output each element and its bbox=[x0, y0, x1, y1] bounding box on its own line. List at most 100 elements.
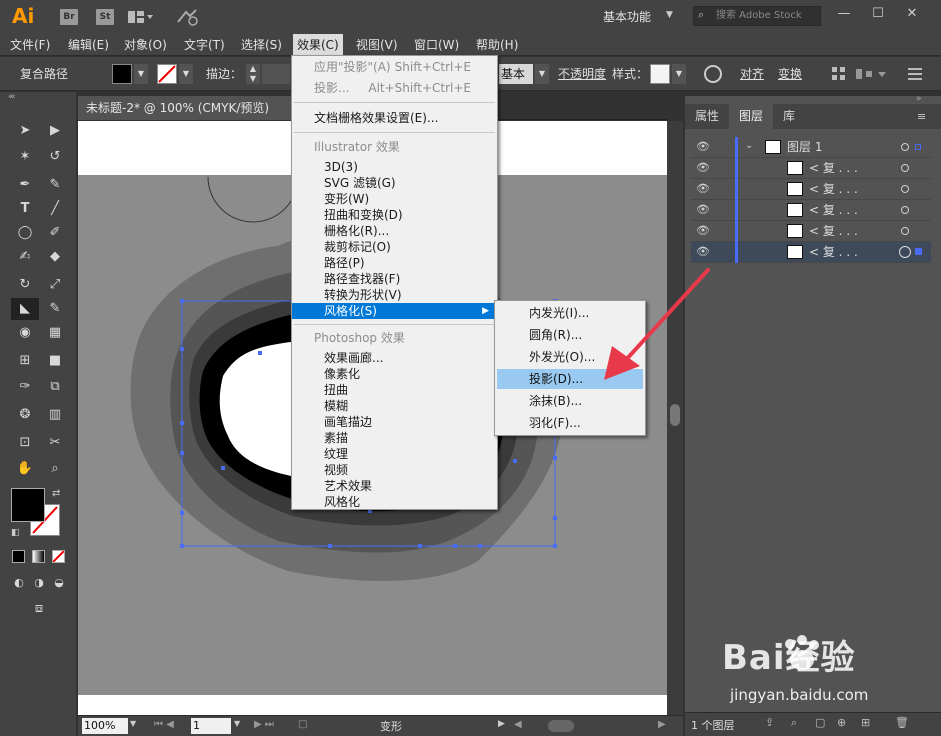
new-sublayer-icon[interactable]: ⊕ bbox=[837, 716, 846, 729]
scroll-right-icon[interactable]: ▶ bbox=[658, 719, 666, 730]
scale-tool-icon[interactable]: ⤢ bbox=[44, 274, 66, 296]
blend-tool-icon[interactable]: ⧉ bbox=[44, 376, 66, 398]
menu-item-effect-gallery[interactable]: 效果画廊... bbox=[324, 350, 383, 366]
perspective-grid-tool-icon[interactable]: ▦ bbox=[44, 322, 66, 344]
selection-tool-icon[interactable]: ➤ bbox=[14, 120, 36, 142]
gradient-mode-button[interactable] bbox=[32, 550, 45, 563]
fill-color-box[interactable] bbox=[11, 488, 45, 522]
horizontal-scroll-thumb[interactable] bbox=[548, 720, 574, 732]
apply-drop-shadow-item[interactable]: 应用"投影"(A) Shift+Ctrl+E bbox=[314, 59, 497, 75]
target-icon[interactable] bbox=[901, 185, 909, 193]
menu-item-feather[interactable]: 羽化(F)... bbox=[529, 415, 581, 431]
brush-definition-field[interactable]: 基本 bbox=[499, 64, 533, 84]
artboard-navigator-icon[interactable]: □ bbox=[298, 719, 307, 730]
eyedropper-tool-icon[interactable]: ✑ bbox=[14, 376, 36, 398]
trash-icon[interactable]: 🗑 bbox=[895, 716, 909, 729]
target-icon[interactable] bbox=[901, 164, 909, 172]
screen-mode-icon[interactable]: ⧈ bbox=[28, 598, 50, 620]
menu-edit[interactable]: 编辑(E) bbox=[64, 34, 113, 56]
menu-item-artistic[interactable]: 视频 bbox=[324, 462, 348, 478]
column-graph-tool-icon[interactable]: ▥ bbox=[44, 404, 66, 426]
visibility-eye-icon[interactable]: 👁 bbox=[695, 245, 711, 259]
first-artboard-icon[interactable]: ⏮ ◀ bbox=[154, 719, 174, 730]
menu-item-3d[interactable]: 3D(3) bbox=[324, 159, 358, 175]
layer-row[interactable]: 👁 ⌄ 图层 1 bbox=[691, 137, 931, 158]
color-mode-button[interactable] bbox=[12, 550, 25, 563]
swap-colors-icon[interactable]: ⇄ bbox=[52, 488, 60, 499]
drop-shadow-settings-item[interactable]: 投影... Alt+Shift+Ctrl+E bbox=[314, 80, 497, 96]
menu-item-stylize-photoshop[interactable]: 风格化 bbox=[324, 494, 360, 510]
artboard-dropdown[interactable]: ▼ bbox=[234, 719, 240, 728]
sublayer-row[interactable]: 👁 < 复 . . . bbox=[691, 200, 931, 221]
document-raster-settings-item[interactable]: 文档栅格效果设置(E)... bbox=[314, 110, 438, 126]
shape-builder-tool-icon[interactable]: ◉ bbox=[14, 322, 36, 344]
locate-object-icon[interactable]: ⌕ bbox=[791, 716, 797, 730]
symbol-sprayer-tool-icon[interactable]: ❂ bbox=[14, 404, 36, 426]
artboard-tool-icon[interactable]: ⊡ bbox=[14, 432, 36, 454]
pen-tool-icon[interactable]: ✒ bbox=[14, 174, 36, 196]
magic-wand-tool-icon[interactable]: ✶ bbox=[14, 146, 36, 168]
menu-item-video[interactable]: 艺术效果 bbox=[324, 478, 372, 494]
menu-object[interactable]: 对象(O) bbox=[120, 34, 171, 56]
scroll-left-icon[interactable]: ◀ bbox=[514, 719, 522, 730]
zoom-field[interactable]: 100% bbox=[82, 718, 128, 734]
direct-selection-tool-icon[interactable]: ▶ bbox=[44, 120, 66, 142]
menu-item-sketch[interactable]: 素描 bbox=[324, 430, 348, 446]
menu-item-inner-glow[interactable]: 内发光(I)... bbox=[529, 305, 589, 321]
expand-layer-icon[interactable]: ⌄ bbox=[745, 140, 753, 151]
draw-behind-icon[interactable]: ◑ bbox=[28, 572, 50, 594]
workspace-switcher[interactable]: 基本功能 bbox=[603, 8, 651, 25]
eraser-tool-icon[interactable]: ◆ bbox=[44, 246, 66, 268]
sublayer-row[interactable]: 👁 < 复 . . . bbox=[691, 179, 931, 200]
vertical-scrollbar[interactable] bbox=[667, 121, 683, 715]
menu-type[interactable]: 文字(T) bbox=[180, 34, 229, 56]
tab-layers[interactable]: 图层 bbox=[729, 104, 774, 129]
style-dropdown[interactable]: ▼ bbox=[672, 64, 686, 84]
object-name[interactable]: < 复 . . . bbox=[809, 221, 858, 242]
paintbrush-tool-icon[interactable]: ✐ bbox=[44, 222, 66, 244]
target-icon[interactable] bbox=[899, 246, 911, 258]
menu-item-crop-marks[interactable]: 裁剪标记(O) bbox=[324, 239, 391, 255]
sublayer-row[interactable]: 👁 < 复 . . . bbox=[691, 221, 931, 242]
object-name[interactable]: < 复 . . . bbox=[809, 179, 858, 200]
menu-view[interactable]: 视图(V) bbox=[352, 34, 402, 56]
zoom-tool-icon[interactable]: ⌕ bbox=[44, 458, 66, 480]
bridge-button[interactable]: Br bbox=[60, 9, 78, 25]
document-tab[interactable]: 未标题-2* @ 100% (CMYK/预览) bbox=[78, 96, 310, 120]
maximize-button[interactable]: ☐ bbox=[864, 4, 892, 24]
panel-menu-icon[interactable] bbox=[908, 67, 922, 81]
menu-item-scribble[interactable]: 涂抹(B)... bbox=[529, 393, 582, 409]
chevron-down-icon[interactable]: ▼ bbox=[666, 10, 673, 20]
artboard-number-field[interactable]: 1 bbox=[191, 718, 231, 734]
curvature-tool-icon[interactable]: ✎ bbox=[44, 174, 66, 196]
visibility-eye-icon[interactable]: 👁 bbox=[695, 224, 711, 238]
menu-window[interactable]: 窗口(W) bbox=[410, 34, 463, 56]
menu-item-distort-transform[interactable]: 扭曲和变换(D) bbox=[324, 207, 403, 223]
menu-item-convert-to-shape[interactable]: 转换为形状(V) bbox=[324, 287, 402, 303]
selection-indicator[interactable] bbox=[915, 144, 921, 150]
stroke-swatch[interactable] bbox=[157, 64, 177, 84]
arrange-documents-icon[interactable] bbox=[128, 10, 154, 24]
menu-help[interactable]: 帮助(H) bbox=[472, 34, 522, 56]
sublayer-row[interactable]: 👁 < 复 . . . bbox=[691, 158, 931, 179]
menu-item-round-corners[interactable]: 圆角(R)... bbox=[529, 327, 582, 343]
visibility-eye-icon[interactable]: 👁 bbox=[695, 203, 711, 217]
new-layer-icon[interactable]: ⊞ bbox=[861, 716, 870, 729]
align-link[interactable]: 对齐 bbox=[740, 57, 764, 91]
fill-dropdown[interactable]: ▼ bbox=[134, 64, 148, 84]
status-menu-icon[interactable]: ▶ bbox=[498, 719, 505, 729]
tab-libraries[interactable]: 库 bbox=[773, 104, 805, 129]
menu-item-stylize-illustrator[interactable]: 风格化(S) ▶ bbox=[292, 303, 497, 319]
minimize-button[interactable]: — bbox=[830, 4, 858, 24]
clipping-mask-icon[interactable]: ▢ bbox=[815, 716, 825, 729]
rotate-tool-icon[interactable]: ↻ bbox=[14, 274, 36, 296]
menu-item-pathfinder[interactable]: 路径查找器(F) bbox=[324, 271, 400, 287]
opacity-link[interactable]: 不透明度 bbox=[558, 57, 606, 91]
menu-item-svg-filters[interactable]: SVG 滤镜(G) bbox=[324, 175, 396, 191]
none-mode-button[interactable] bbox=[52, 550, 65, 563]
recolor-artwork-icon[interactable] bbox=[704, 65, 722, 83]
selection-indicator[interactable] bbox=[915, 248, 922, 255]
transform-link[interactable]: 变换 bbox=[778, 57, 802, 91]
next-artboard-icon[interactable]: ▶ ⏭ bbox=[254, 719, 274, 730]
menu-item-distort[interactable]: 扭曲 bbox=[324, 382, 348, 398]
